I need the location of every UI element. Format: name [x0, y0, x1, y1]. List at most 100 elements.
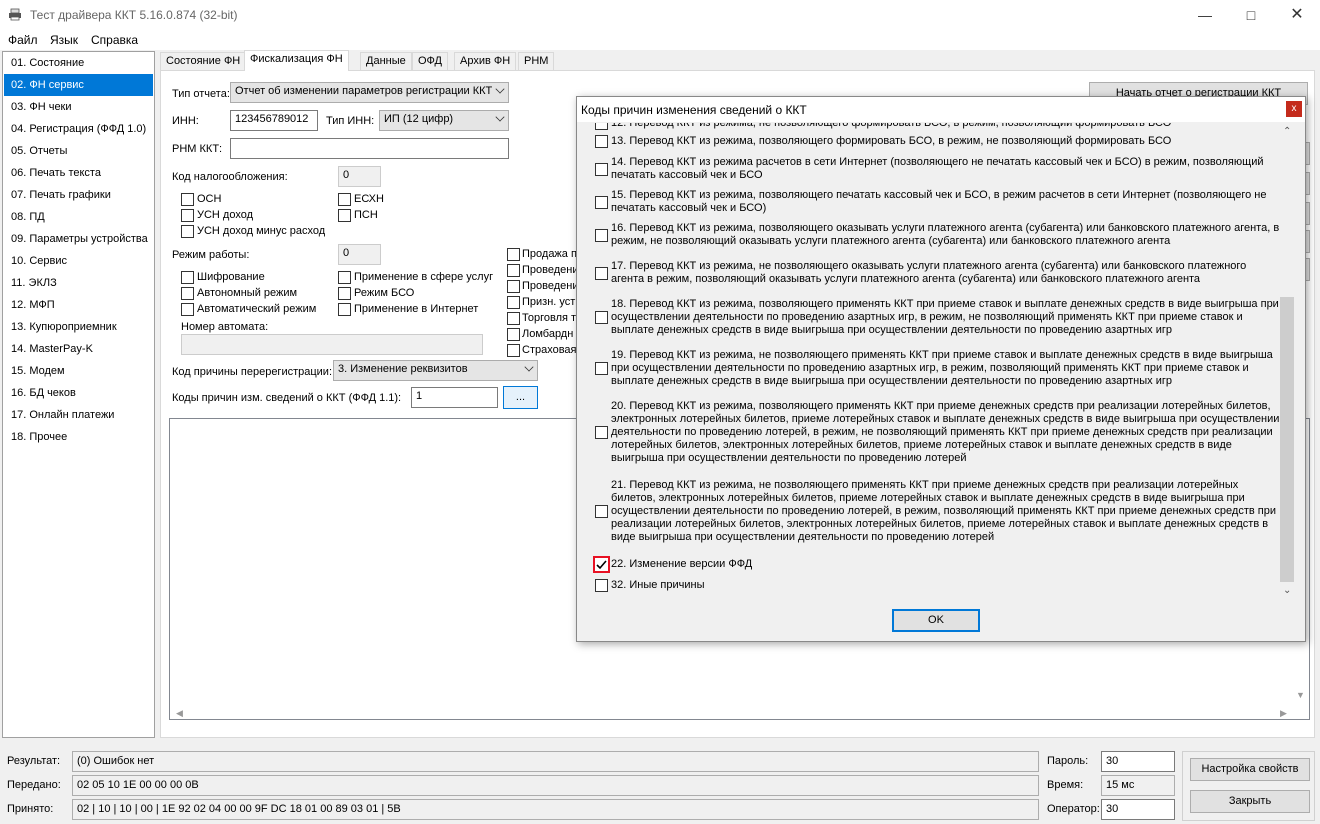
reason-checkbox[interactable]	[595, 362, 608, 375]
close-button[interactable]: Закрыть	[1190, 790, 1310, 813]
reason-checkbox[interactable]	[593, 556, 610, 573]
sidebar-item[interactable]: 15. Модем	[4, 360, 153, 382]
reason-item[interactable]: 17. Перевод ККТ из режима, не позволяюще…	[579, 260, 1279, 286]
reason-checkbox[interactable]	[595, 228, 608, 242]
mode-autonomous-checkbox[interactable]	[181, 287, 194, 300]
menu-language[interactable]: Язык	[50, 33, 78, 47]
sidebar-item[interactable]: 12. МФП	[4, 294, 153, 316]
reason-checkbox[interactable]	[595, 426, 608, 439]
tax-psn-label: ПСН	[354, 209, 378, 221]
tax-input[interactable]: 0	[338, 166, 381, 187]
reason-item[interactable]: 14. Перевод ККТ из режима расчетов в сет…	[579, 156, 1279, 182]
tab-ofd[interactable]: ОФД	[412, 52, 449, 71]
extra-checkbox-2[interactable]	[507, 280, 520, 293]
reason-item[interactable]: 13. Перевод ККТ из режима, позволяющего …	[579, 135, 1279, 148]
reason-text: 22. Изменение версии ФФД	[611, 558, 753, 570]
extra-checkbox-0[interactable]	[507, 248, 520, 261]
extra-checkbox-5[interactable]	[507, 328, 520, 341]
tax-osn-checkbox[interactable]	[181, 193, 194, 206]
mode-bso-checkbox[interactable]	[338, 287, 351, 300]
reason-item[interactable]: 15. Перевод ККТ из режима, позволяющего …	[579, 189, 1279, 215]
maximize-icon[interactable]: □	[1228, 0, 1274, 30]
mode-services-checkbox[interactable]	[338, 271, 351, 284]
operator-input[interactable]: 30	[1101, 799, 1175, 820]
report-type-label: Тип отчета:	[172, 88, 230, 100]
scroll-up-icon[interactable]: ⌃	[1283, 126, 1291, 137]
change-codes-input[interactable]: 1	[411, 387, 498, 408]
menu-help[interactable]: Справка	[91, 33, 138, 47]
reason-item[interactable]: 16. Перевод ККТ из режима, позволяющего …	[579, 222, 1279, 248]
tax-usn-income-checkbox[interactable]	[181, 209, 194, 222]
reason-checkbox[interactable]	[595, 195, 608, 209]
ellipsis-button[interactable]: ...	[503, 386, 538, 409]
extra-checkbox-1[interactable]	[507, 264, 520, 277]
scroll-down-arrow-icon[interactable]: ▼	[1296, 690, 1305, 700]
sidebar-item[interactable]: 02. ФН сервис	[4, 74, 153, 96]
reason-checkbox[interactable]	[595, 266, 608, 280]
mode-encryption-checkbox[interactable]	[181, 271, 194, 284]
minimize-icon[interactable]: —	[1182, 0, 1228, 30]
sidebar-item[interactable]: 01. Состояние	[4, 52, 153, 74]
automat-input[interactable]	[181, 334, 483, 355]
reason-item[interactable]: 18. Перевод ККТ из режима, позволяющего …	[579, 298, 1279, 337]
extra-checkbox-3[interactable]	[507, 296, 520, 309]
tax-esxn-checkbox[interactable]	[338, 193, 351, 206]
sidebar-item[interactable]: 11. ЭКЛЗ	[4, 272, 153, 294]
tab-fiscalization[interactable]: Фискализация ФН	[244, 50, 349, 71]
dialog-close-icon[interactable]: x	[1286, 101, 1302, 117]
close-icon[interactable]: ✕	[1274, 0, 1320, 30]
tab-fn-state[interactable]: Состояние ФН	[160, 52, 247, 71]
reason-checkbox[interactable]	[595, 135, 608, 148]
settings-button[interactable]: Настройка свойств	[1190, 758, 1310, 781]
sidebar-item[interactable]: 17. Онлайн платежи	[4, 404, 153, 426]
reason-item[interactable]: 32. Иные причины	[579, 579, 1279, 592]
reason-item[interactable]: 20. Перевод ККТ из режима, позволяющего …	[579, 400, 1279, 465]
password-input[interactable]: 30	[1101, 751, 1175, 772]
scroll-left-arrow-icon[interactable]: ◀	[176, 708, 183, 719]
extra-checkbox-6[interactable]	[507, 344, 520, 357]
sidebar-item[interactable]: 18. Прочее	[4, 426, 153, 448]
sidebar-item[interactable]: 07. Печать графики	[4, 184, 153, 206]
mode-automatic-checkbox[interactable]	[181, 303, 194, 316]
mode-internet-checkbox[interactable]	[338, 303, 351, 316]
tab-data[interactable]: Данные	[360, 52, 412, 71]
dialog-scroll-thumb[interactable]	[1280, 297, 1294, 582]
tab-rnm[interactable]: РНМ	[518, 52, 555, 71]
mode-encryption-label: Шифрование	[197, 271, 265, 283]
reason-checkbox[interactable]	[595, 123, 608, 130]
reason-checkbox[interactable]	[595, 162, 608, 176]
sidebar-item[interactable]: 05. Отчеты	[4, 140, 153, 162]
rereg-select[interactable]: 3. Изменение реквизитов	[333, 360, 538, 381]
reason-item[interactable]: 22. Изменение версии ФФД	[579, 556, 1279, 573]
reason-checkbox[interactable]	[595, 579, 608, 592]
extra-checkbox-4[interactable]	[507, 312, 520, 325]
scroll-right-arrow-icon[interactable]: ▶	[1280, 708, 1287, 719]
reason-item[interactable]: 12. Перевод ККТ из режима, не позволяюще…	[579, 123, 1279, 130]
scroll-down-icon[interactable]: ⌄	[1283, 585, 1291, 596]
rnm-input[interactable]	[230, 138, 509, 159]
report-type-select[interactable]: Отчет об изменении параметров регистраци…	[230, 82, 509, 103]
tax-psn-checkbox[interactable]	[338, 209, 351, 222]
time-label: Время:	[1047, 779, 1084, 791]
tab-fn-archive[interactable]: Архив ФН	[454, 52, 517, 71]
password-label: Пароль:	[1047, 755, 1089, 767]
sidebar-item[interactable]: 03. ФН чеки	[4, 96, 153, 118]
ok-button[interactable]: OK	[892, 609, 980, 632]
menu-file[interactable]: Файл	[8, 33, 38, 47]
sidebar-item[interactable]: 16. БД чеков	[4, 382, 153, 404]
sidebar-item[interactable]: 09. Параметры устройства	[4, 228, 153, 250]
inn-type-select[interactable]: ИП (12 цифр)	[379, 110, 509, 131]
tax-usn-income-minus-checkbox[interactable]	[181, 225, 194, 238]
reason-checkbox[interactable]	[595, 505, 608, 518]
reason-item[interactable]: 19. Перевод ККТ из режима, не позволяюще…	[579, 349, 1279, 388]
reason-item[interactable]: 21. Перевод ККТ из режима, не позволяюще…	[579, 479, 1279, 544]
sidebar-item[interactable]: 13. Купюроприемник	[4, 316, 153, 338]
sidebar-item[interactable]: 08. ПД	[4, 206, 153, 228]
sidebar-item[interactable]: 04. Регистрация (ФФД 1.0)	[4, 118, 153, 140]
reason-checkbox[interactable]	[595, 311, 608, 324]
inn-input[interactable]: 123456789012	[230, 110, 318, 131]
sidebar-item[interactable]: 10. Сервис	[4, 250, 153, 272]
sidebar-item[interactable]: 06. Печать текста	[4, 162, 153, 184]
mode-input[interactable]: 0	[338, 244, 381, 265]
sidebar-item[interactable]: 14. MasterPay-K	[4, 338, 153, 360]
